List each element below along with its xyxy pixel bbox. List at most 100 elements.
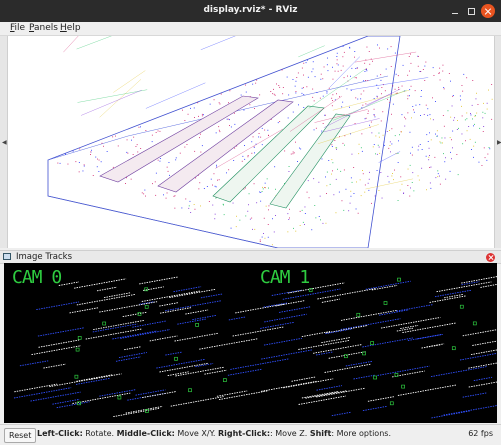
cloud-point: [381, 197, 383, 199]
cloud-point: [373, 98, 375, 99]
menu-help[interactable]: Help: [60, 23, 81, 33]
cloud-point: [295, 141, 296, 143]
cloud-point: [259, 94, 261, 96]
cloud-point: [200, 205, 201, 207]
feature-track: [230, 358, 289, 370]
cloud-point: [337, 168, 338, 170]
feature-track: [421, 344, 441, 349]
cloud-point: [367, 110, 369, 112]
cloud-point: [394, 88, 396, 90]
cloud-point: [426, 189, 427, 191]
cloud-point: [289, 217, 290, 219]
cloud-point: [460, 99, 461, 101]
cloud-point: [477, 104, 479, 105]
menu-file[interactable]: File: [10, 23, 25, 33]
cloud-point: [297, 161, 298, 162]
cloud-point: [474, 123, 475, 125]
feature-track: [263, 337, 302, 346]
feature-track: [316, 385, 343, 391]
cloud-point: [167, 170, 169, 172]
cloud-point: [294, 85, 296, 87]
feature-track: [468, 381, 497, 388]
cloud-point: [265, 187, 266, 189]
cloud-point: [228, 102, 229, 104]
cloud-point: [367, 113, 369, 114]
right-dock-handle[interactable]: ▶: [494, 36, 501, 248]
cloud-point: [375, 153, 376, 155]
cloud-point: [443, 125, 445, 127]
cloud-point: [311, 229, 313, 231]
minimize-icon[interactable]: [448, 4, 462, 18]
cloud-point: [126, 177, 127, 179]
cloud-point: [264, 129, 266, 131]
cloud-point: [392, 173, 393, 174]
cloud-point: [354, 51, 356, 52]
cloud-point: [215, 132, 217, 134]
maximize-icon[interactable]: [464, 4, 478, 18]
render-viewport[interactable]: [8, 36, 494, 248]
cloud-point: [439, 175, 440, 177]
cloud-point: [79, 148, 81, 150]
cloud-point: [415, 104, 417, 106]
cloud-point: [427, 141, 429, 142]
cloud-point: [312, 88, 314, 90]
cloud-point: [236, 215, 237, 217]
cloud-point: [442, 142, 443, 144]
cloud-point: [289, 208, 290, 210]
cloud-point: [83, 165, 85, 167]
cloud-point: [125, 183, 126, 184]
cloud-point: [115, 135, 116, 137]
panel-close-icon[interactable]: [486, 253, 495, 262]
feature-track: [43, 363, 66, 369]
cloud-point: [261, 191, 263, 192]
cloud-point: [411, 154, 413, 156]
cloud-point: [212, 204, 214, 206]
cloud-point: [336, 59, 338, 61]
cloud-point: [471, 104, 473, 106]
cloud-point: [362, 173, 364, 175]
cloud-point: [223, 204, 224, 206]
feature-track: [118, 352, 147, 359]
cloud-point: [218, 129, 220, 131]
cloud-point: [112, 136, 114, 138]
cloud-point: [138, 126, 140, 128]
cloud-point: [155, 172, 157, 174]
cloud-point: [332, 100, 333, 101]
point-cloud-render[interactable]: [8, 36, 494, 248]
cloud-point: [199, 182, 201, 184]
cloud-point: [383, 141, 385, 143]
cloud-point: [296, 77, 298, 78]
cloud-point: [282, 87, 284, 88]
close-icon[interactable]: [481, 4, 495, 18]
cloud-point: [368, 189, 370, 191]
reset-button[interactable]: Reset: [4, 428, 37, 443]
feature-marker: [459, 304, 464, 309]
cloud-point: [437, 176, 439, 178]
cloud-point: [155, 132, 157, 133]
cloud-point: [331, 173, 332, 175]
feature-track: [473, 376, 493, 382]
cloud-point: [355, 208, 357, 210]
wire-line: [145, 82, 206, 109]
cloud-point: [342, 142, 344, 144]
wire-line: [77, 89, 148, 103]
cloud-point: [273, 93, 275, 95]
cloud-point: [451, 139, 452, 141]
wire-line: [366, 92, 393, 106]
cloud-point: [189, 200, 191, 202]
cloud-point: [311, 71, 313, 73]
cloud-point: [349, 202, 351, 204]
cloud-point: [140, 126, 141, 128]
cloud-point: [262, 188, 264, 190]
image-tracks-panel-header: Image Tracks: [0, 250, 501, 264]
cloud-point: [350, 195, 352, 197]
cloud-point: [233, 112, 235, 114]
cloud-point: [292, 79, 294, 80]
menu-panels[interactable]: Panels: [29, 23, 58, 33]
feature-marker: [102, 321, 107, 326]
cloud-point: [476, 92, 477, 94]
cloud-point: [274, 94, 276, 96]
left-dock-handle[interactable]: ◀: [0, 36, 8, 248]
cloud-point: [315, 127, 317, 129]
cloud-point: [356, 77, 357, 79]
